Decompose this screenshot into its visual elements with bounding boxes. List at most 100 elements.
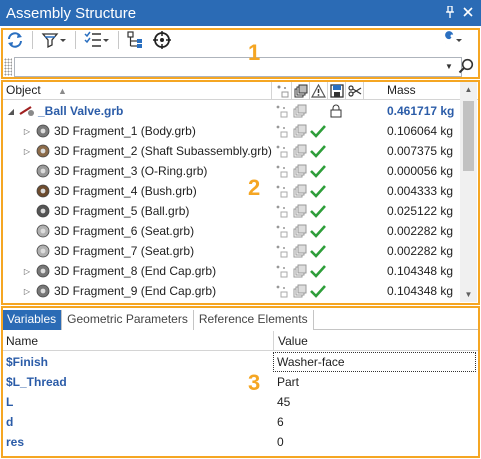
annotation-label-2: 2 bbox=[248, 175, 261, 200]
search-icon[interactable] bbox=[457, 56, 475, 76]
column-header-object[interactable]: Object ▲ bbox=[2, 81, 272, 100]
check-icon bbox=[310, 183, 326, 199]
scroll-down-icon[interactable]: ▼ bbox=[460, 286, 477, 302]
visibility-icon[interactable] bbox=[274, 243, 290, 259]
check-icon bbox=[310, 163, 326, 179]
variable-row[interactable]: L 45 bbox=[2, 392, 479, 412]
layers-icon[interactable] bbox=[292, 123, 308, 139]
tree-row-object: ◢ _Ball Valve.grb bbox=[2, 101, 272, 121]
tree-row[interactable]: 3D Fragment_4 (Bush.grb) 0.004333 kg bbox=[2, 181, 462, 201]
scrollbar-thumb[interactable] bbox=[463, 101, 474, 171]
tree-row-name: 3D Fragment_4 (Bush.grb) bbox=[54, 184, 197, 198]
drag-grip[interactable] bbox=[4, 57, 12, 76]
assembly-icon bbox=[19, 103, 35, 119]
tree-row-mass: 0.461717 kg bbox=[387, 104, 455, 118]
tree-row-object: 3D Fragment_4 (Bush.grb) bbox=[2, 181, 272, 201]
layers-icon[interactable] bbox=[292, 203, 308, 219]
tree-row[interactable]: ▷ 3D Fragment_8 (End Cap.grb) 0.104348 kg bbox=[2, 261, 462, 281]
tree-row-status-icons bbox=[274, 101, 382, 121]
layers-icon[interactable] bbox=[292, 223, 308, 239]
tab-geometric-parameters[interactable]: Geometric Parameters bbox=[62, 310, 194, 330]
toolbar-separator bbox=[75, 30, 76, 49]
layers-icon[interactable] bbox=[292, 143, 308, 159]
variable-row[interactable]: res 0 bbox=[2, 432, 479, 452]
scroll-up-icon[interactable]: ▲ bbox=[460, 81, 477, 97]
tree-row-mass: 0.104348 kg bbox=[387, 284, 454, 298]
layers-icon[interactable] bbox=[292, 283, 308, 299]
tree-row-name: 3D Fragment_6 (Seat.grb) bbox=[54, 224, 195, 238]
tree-vertical-scrollbar[interactable]: ▲ ▼ bbox=[460, 81, 477, 302]
window-title: Assembly Structure bbox=[6, 4, 137, 22]
variable-name: res bbox=[6, 435, 25, 449]
settings-wrench-icon[interactable] bbox=[439, 30, 463, 50]
filter-input[interactable] bbox=[14, 56, 462, 77]
tree-row-name: 3D Fragment_5 (Ball.grb) bbox=[54, 204, 190, 218]
scissors-icon[interactable] bbox=[346, 81, 364, 100]
layers-icon[interactable] bbox=[292, 163, 308, 179]
tree-row-object: 3D Fragment_6 (Seat.grb) bbox=[2, 221, 272, 241]
variable-row[interactable]: $L_Thread Part bbox=[2, 372, 479, 392]
column-object-label: Object bbox=[6, 83, 41, 97]
variable-value[interactable]: Washer-face bbox=[277, 352, 345, 372]
variable-name: $Finish bbox=[6, 355, 49, 369]
tree-row[interactable]: ▷ 3D Fragment_1 (Body.grb) 0.106064 kg bbox=[2, 121, 462, 141]
layers-icon[interactable] bbox=[292, 183, 308, 199]
visibility-icon[interactable] bbox=[274, 143, 290, 159]
tree-row[interactable]: ▷ 3D Fragment_2 (Shaft Subassembly.grb) 0.… bbox=[2, 141, 462, 161]
layers-icon[interactable] bbox=[292, 263, 308, 279]
collapsed-arrow-icon[interactable]: ▷ bbox=[22, 287, 32, 296]
tree-row[interactable]: ◢ _Ball Valve.grb 0.461717 kg bbox=[2, 101, 462, 121]
chevron-down-icon[interactable]: ▼ bbox=[442, 57, 456, 75]
checklist-icon[interactable] bbox=[84, 30, 110, 50]
column-header-name[interactable]: Name bbox=[6, 331, 38, 351]
part-icon bbox=[35, 143, 51, 159]
visibility-icon[interactable] bbox=[274, 123, 290, 139]
target-icon[interactable] bbox=[153, 30, 171, 50]
part-icon bbox=[35, 263, 51, 279]
collapsed-arrow-icon[interactable]: ▷ bbox=[22, 127, 32, 136]
collapsed-arrow-icon[interactable]: ▷ bbox=[22, 267, 32, 276]
tree-row-mass: 0.104348 kg bbox=[387, 264, 454, 278]
tree-row[interactable]: 3D Fragment_3 (O-Ring.grb) 0.000056 kg bbox=[2, 161, 462, 181]
layers-icon[interactable] bbox=[292, 103, 308, 119]
layers-icon[interactable] bbox=[292, 243, 308, 259]
column-header-mass[interactable]: Mass bbox=[382, 81, 462, 100]
part-icon bbox=[35, 123, 51, 139]
tree-row-object: 3D Fragment_7 (Seat.grb) bbox=[2, 241, 272, 261]
tree-row[interactable]: ▷ 3D Fragment_9 (End Cap.grb) 0.104348 kg bbox=[2, 281, 462, 301]
visibility-icon[interactable] bbox=[274, 283, 290, 299]
variable-row[interactable]: d6 bbox=[2, 412, 479, 432]
refresh-icon[interactable] bbox=[6, 30, 24, 50]
check-icon bbox=[310, 263, 326, 279]
column-header-value[interactable]: Value bbox=[273, 331, 308, 351]
save-icon[interactable] bbox=[328, 81, 346, 100]
tree-row[interactable]: 3D Fragment_5 (Ball.grb) 0.025122 kg bbox=[2, 201, 462, 221]
tree-row[interactable]: ▷3D Fragment_10 (Handle Subassembly 0.038… bbox=[2, 301, 462, 302]
tree-structure-icon[interactable] bbox=[127, 30, 145, 50]
visibility-icon[interactable] bbox=[274, 163, 290, 179]
layers-icon[interactable] bbox=[292, 81, 310, 100]
visibility-icon[interactable] bbox=[274, 183, 290, 199]
variable-row[interactable]: $Finish Washer-face bbox=[2, 352, 479, 372]
tab-variables[interactable]: Variables bbox=[2, 310, 63, 330]
expanded-arrow-icon[interactable]: ◢ bbox=[6, 107, 16, 116]
close-icon[interactable] bbox=[459, 6, 477, 20]
pin-icon[interactable] bbox=[441, 4, 459, 21]
tree-row[interactable]: 3D Fragment_7 (Seat.grb) 0.002282 kg bbox=[2, 241, 462, 261]
tree-row-name: 3D Fragment_3 (O-Ring.grb) bbox=[54, 164, 208, 178]
visibility-icon[interactable] bbox=[274, 103, 290, 119]
visibility-icon[interactable] bbox=[274, 223, 290, 239]
variable-value[interactable]: Part bbox=[277, 372, 299, 392]
filter-icon[interactable] bbox=[41, 30, 67, 50]
variable-value[interactable]: 0 bbox=[277, 432, 284, 452]
tree-row-name: 3D Fragment_9 (End Cap.grb) bbox=[54, 284, 217, 298]
collapsed-arrow-icon[interactable]: ▷ bbox=[22, 147, 32, 156]
tab-reference-elements[interactable]: Reference Elements bbox=[193, 310, 314, 330]
visibility-icon[interactable] bbox=[274, 81, 292, 100]
tree-row[interactable]: 3D Fragment_6 (Seat.grb) 0.002282 kg bbox=[2, 221, 462, 241]
visibility-icon[interactable] bbox=[274, 263, 290, 279]
warning-icon[interactable] bbox=[310, 81, 328, 100]
variable-value[interactable]: 6 bbox=[277, 412, 284, 432]
variable-value[interactable]: 45 bbox=[277, 392, 290, 412]
visibility-icon[interactable] bbox=[274, 203, 290, 219]
